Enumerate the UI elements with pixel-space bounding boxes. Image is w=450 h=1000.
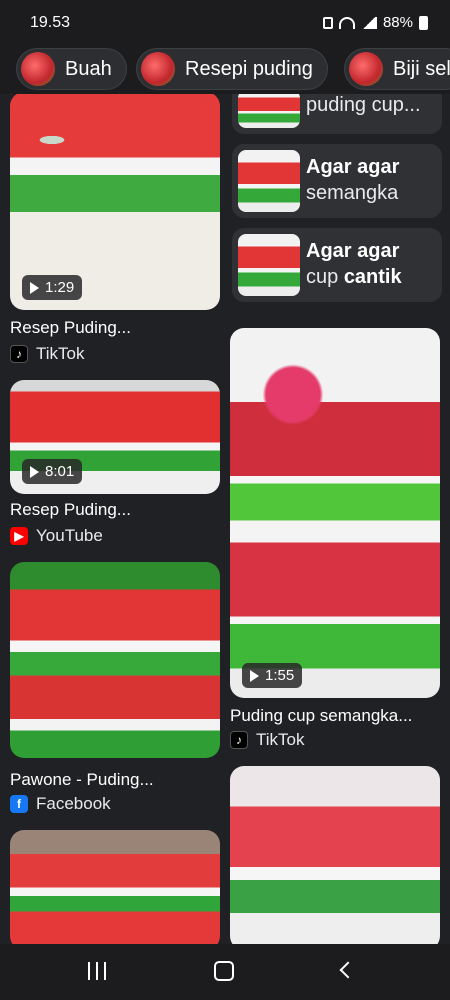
pin-title[interactable]: Puding cup semangka... — [230, 706, 412, 726]
lock-icon — [322, 16, 333, 29]
pin-source[interactable]: ▶ YouTube — [10, 526, 103, 546]
related-search-item[interactable]: Agar agar semangka — [232, 144, 442, 218]
status-icons: 88% — [322, 14, 428, 31]
youtube-icon: ▶ — [10, 527, 28, 545]
pin-image[interactable]: 8:01 — [10, 380, 220, 494]
chip-thumbnail — [349, 52, 383, 86]
chip-thumbnail — [141, 52, 175, 86]
pin-image[interactable] — [10, 830, 220, 944]
pin-source[interactable]: ♪ TikTok — [230, 730, 305, 750]
video-duration: 1:29 — [22, 275, 83, 300]
battery-icon — [419, 15, 428, 30]
related-label-bold: Agar agar — [306, 240, 400, 262]
signal-icon — [360, 16, 377, 29]
play-icon — [30, 281, 39, 294]
home-icon[interactable] — [214, 961, 234, 981]
chip-biji-sel[interactable]: Biji sel — [344, 48, 450, 90]
tiktok-icon: ♪ — [230, 731, 248, 749]
related-label-bold: Agar agar — [306, 156, 400, 178]
tiktok-icon: ♪ — [10, 345, 28, 363]
related-label: semangka — [306, 182, 399, 204]
pin-image[interactable]: 1:29 — [10, 94, 220, 310]
battery-percent: 88% — [382, 14, 413, 31]
related-thumbnail — [238, 234, 300, 296]
pin-image[interactable] — [10, 562, 220, 758]
pin-source[interactable]: ♪ TikTok — [10, 344, 85, 364]
pin-title[interactable]: Resep Puding... — [10, 318, 131, 338]
play-icon — [250, 669, 259, 682]
suggestion-chips: Buah Resepi puding Biji sel — [0, 44, 450, 94]
chip-buah[interactable]: Buah — [16, 48, 127, 90]
pin-image[interactable] — [230, 766, 440, 944]
back-icon[interactable] — [339, 961, 357, 979]
related-label: cup — [306, 266, 344, 288]
related-thumbnail — [238, 94, 300, 128]
related-search-item[interactable]: Agar agar cup cantik — [232, 228, 442, 302]
system-nav-bar — [0, 944, 450, 1000]
pin-source[interactable]: f Facebook — [10, 794, 111, 814]
chip-thumbnail — [21, 52, 55, 86]
facebook-icon: f — [10, 795, 28, 813]
chip-label: Biji sel — [393, 57, 450, 80]
video-duration: 8:01 — [22, 459, 83, 484]
pin-title[interactable]: Resep Puding... — [10, 500, 131, 520]
status-time: 19.53 — [30, 14, 71, 31]
recent-apps-icon[interactable] — [88, 962, 106, 980]
pin-image[interactable]: 1:55 — [230, 328, 440, 698]
video-duration: 1:55 — [242, 663, 303, 688]
pin-title[interactable]: Pawone - Puding... — [10, 770, 154, 790]
results-feed[interactable]: 1:29 Resep Puding... ♪ TikTok 8:01 Resep… — [0, 94, 450, 944]
related-search-item[interactable]: puding cup... — [232, 94, 442, 134]
wifi-icon — [338, 16, 355, 29]
related-label-bold: cantik — [343, 266, 402, 288]
related-label: puding cup... — [306, 94, 421, 116]
status-bar: 19.53 88% — [0, 0, 450, 44]
chip-resepi-puding[interactable]: Resepi puding — [136, 48, 328, 90]
chip-label: Buah — [65, 57, 112, 80]
related-thumbnail — [238, 150, 300, 212]
chip-label: Resepi puding — [185, 57, 313, 80]
play-icon — [30, 465, 39, 478]
